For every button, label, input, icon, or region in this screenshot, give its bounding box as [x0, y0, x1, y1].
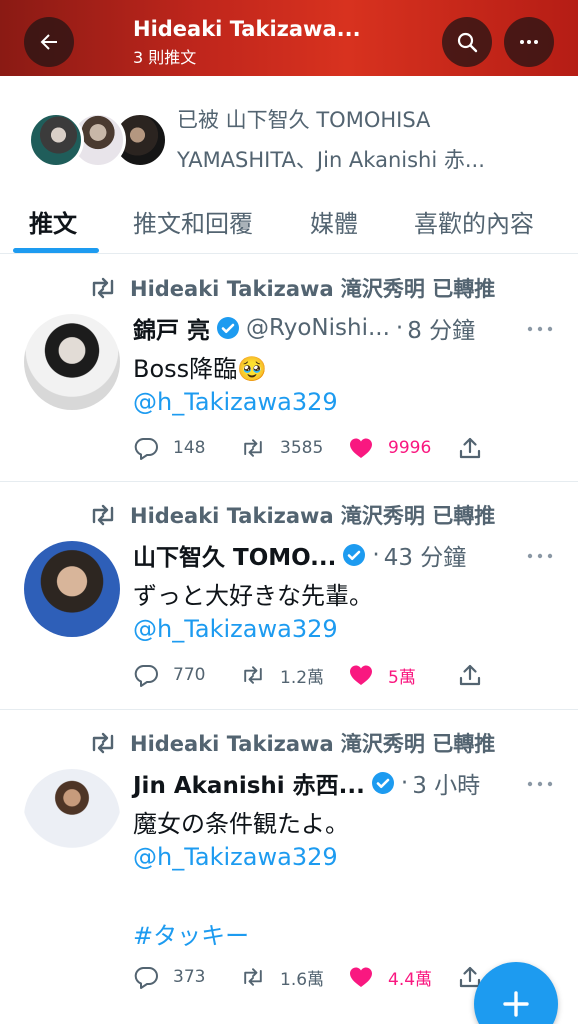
header-title: Hideaki Takizawa...: [133, 17, 361, 41]
reply-count: 373: [173, 967, 206, 987]
retweet-count: 1.6萬: [280, 969, 325, 990]
share-button[interactable]: [457, 660, 483, 690]
tweet-time[interactable]: 43 分鐘: [384, 538, 467, 572]
retweet-button[interactable]: 3585: [240, 433, 323, 463]
reply-button[interactable]: 373: [133, 962, 205, 992]
heart-icon: [350, 665, 372, 685]
retweet-count: 1.2萬: [280, 667, 325, 688]
tweet-author-row: 錦戸 亮 @RyoNishi... · 8 分鐘: [133, 311, 475, 345]
back-button[interactable]: [24, 17, 74, 67]
search-icon: [457, 32, 478, 53]
retweet-button[interactable]: 1.6萬: [240, 962, 324, 992]
profile-header: Hideaki Takizawa... 3 則推文: [0, 0, 578, 76]
author-name[interactable]: 山下智久 TOMO...: [133, 538, 336, 572]
author-name[interactable]: 錦戸 亮: [133, 311, 210, 345]
tweet-hashtag-link[interactable]: #タッキー: [133, 916, 249, 951]
reply-button[interactable]: 148: [133, 433, 205, 463]
retweet-context: Hideaki Takizawa 滝沢秀明 已轉推: [88, 500, 495, 530]
retweeted-by-label: Hideaki Takizawa 滝沢秀明 已轉推: [130, 504, 496, 528]
retweet-context: Hideaki Takizawa 滝沢秀明 已轉推: [88, 728, 495, 758]
verified-badge-icon: [217, 317, 240, 339]
tweet-more-button[interactable]: [526, 774, 554, 794]
retweeted-by-label: Hideaki Takizawa 滝沢秀明 已轉推: [130, 732, 496, 756]
retweet-icon: [244, 666, 262, 684]
retweet-icon: [244, 968, 262, 986]
reply-icon: [134, 665, 158, 687]
search-button[interactable]: [442, 17, 492, 67]
avatar: [28, 112, 84, 168]
more-icon: [527, 553, 553, 559]
more-icon: [520, 40, 538, 44]
retweet-button[interactable]: 1.2萬: [240, 660, 324, 690]
tweet-author-row: 山下智久 TOMO... · 43 分鐘: [133, 538, 466, 572]
author-handle: @RyoNishi...: [246, 315, 390, 341]
tab-likes[interactable]: 喜歡的內容: [414, 204, 534, 239]
like-count: 4.4萬: [388, 969, 433, 990]
heart-icon: [350, 438, 372, 458]
tab-tweets[interactable]: 推文: [29, 204, 77, 239]
like-button[interactable]: 4.4萬: [348, 962, 432, 992]
tweet-mention-link[interactable]: @h_Takizawa329: [133, 843, 338, 871]
tweet-time[interactable]: 3 小時: [412, 766, 480, 800]
retweet-icon: [92, 504, 114, 526]
followed-by-line-2: YAMASHITA、Jin Akanishi 赤...: [177, 148, 485, 172]
reply-button[interactable]: 770: [133, 660, 205, 690]
followers-you-know-avatars[interactable]: [28, 112, 168, 168]
separator-dot: ·: [372, 542, 380, 568]
tweet-actions: 770 1.2萬 5萬: [133, 660, 533, 690]
share-icon: [459, 437, 481, 459]
verified-badge-icon: [371, 772, 394, 794]
followed-by-text[interactable]: 已被 山下智久 TOMOHISA YAMASHITA、Jin Akanishi …: [177, 100, 537, 180]
more-icon: [527, 326, 553, 332]
tab-media[interactable]: 媒體: [310, 204, 358, 239]
avatar[interactable]: [24, 769, 120, 865]
reply-icon: [134, 967, 158, 989]
verified-badge-icon: [343, 544, 366, 566]
tweet-text: 魔女の条件観たよ。: [133, 810, 349, 838]
retweet-icon: [92, 732, 114, 754]
author-name[interactable]: Jin Akanishi 赤西...: [133, 766, 365, 800]
more-icon: [527, 781, 553, 787]
active-tab-indicator: [13, 248, 99, 253]
reply-count: 770: [173, 665, 206, 685]
tweet-text: Boss降臨🥹: [133, 355, 268, 383]
tweet-text: ずっと大好きな先輩。: [133, 582, 373, 610]
plus-icon: [503, 991, 529, 1017]
like-button[interactable]: 9996: [348, 433, 431, 463]
tweet-mention-link[interactable]: @h_Takizawa329: [133, 615, 338, 643]
retweet-icon: [244, 439, 262, 457]
followed-by-line-1: 已被 山下智久 TOMOHISA: [177, 108, 431, 132]
separator-dot: ·: [395, 315, 404, 341]
avatar[interactable]: [24, 314, 120, 410]
retweet-icon: [92, 277, 114, 299]
tweet[interactable]: Hideaki Takizawa 滝沢秀明 已轉推 錦戸 亮 @RyoNishi…: [0, 255, 578, 482]
tweet-more-button[interactable]: [526, 319, 554, 339]
tweet-mention-link[interactable]: @h_Takizawa329: [133, 388, 338, 416]
retweet-count: 3585: [280, 438, 324, 458]
tab-tweets-and-replies[interactable]: 推文和回覆: [133, 204, 253, 239]
arrow-left-icon: [40, 34, 57, 50]
like-count: 9996: [388, 438, 432, 458]
avatar[interactable]: [24, 541, 120, 637]
heart-icon: [350, 967, 372, 987]
share-icon: [459, 664, 481, 686]
separator-dot: ·: [400, 770, 409, 796]
like-button[interactable]: 5萬: [348, 660, 416, 690]
tweet-count: 3 則推文: [133, 48, 197, 67]
tweet-actions: 148 3585 9996: [133, 433, 533, 463]
profile-tabs: 推文 推文和回覆 媒體 喜歡的內容: [0, 190, 578, 254]
retweet-context: Hideaki Takizawa 滝沢秀明 已轉推: [88, 273, 495, 303]
tweet-more-button[interactable]: [526, 546, 554, 566]
more-button[interactable]: [504, 17, 554, 67]
reply-icon: [134, 438, 158, 460]
tweet-author-row: Jin Akanishi 赤西... · 3 小時: [133, 766, 480, 800]
tweet-time[interactable]: 8 分鐘: [407, 311, 475, 345]
tweet[interactable]: Hideaki Takizawa 滝沢秀明 已轉推 山下智久 TOMO... ·…: [0, 482, 578, 710]
like-count: 5萬: [388, 667, 416, 688]
tweet-actions: 373 1.6萬 4.4萬: [133, 962, 533, 992]
share-button[interactable]: [457, 433, 483, 463]
retweeted-by-label: Hideaki Takizawa 滝沢秀明 已轉推: [130, 277, 496, 301]
reply-count: 148: [173, 438, 206, 458]
